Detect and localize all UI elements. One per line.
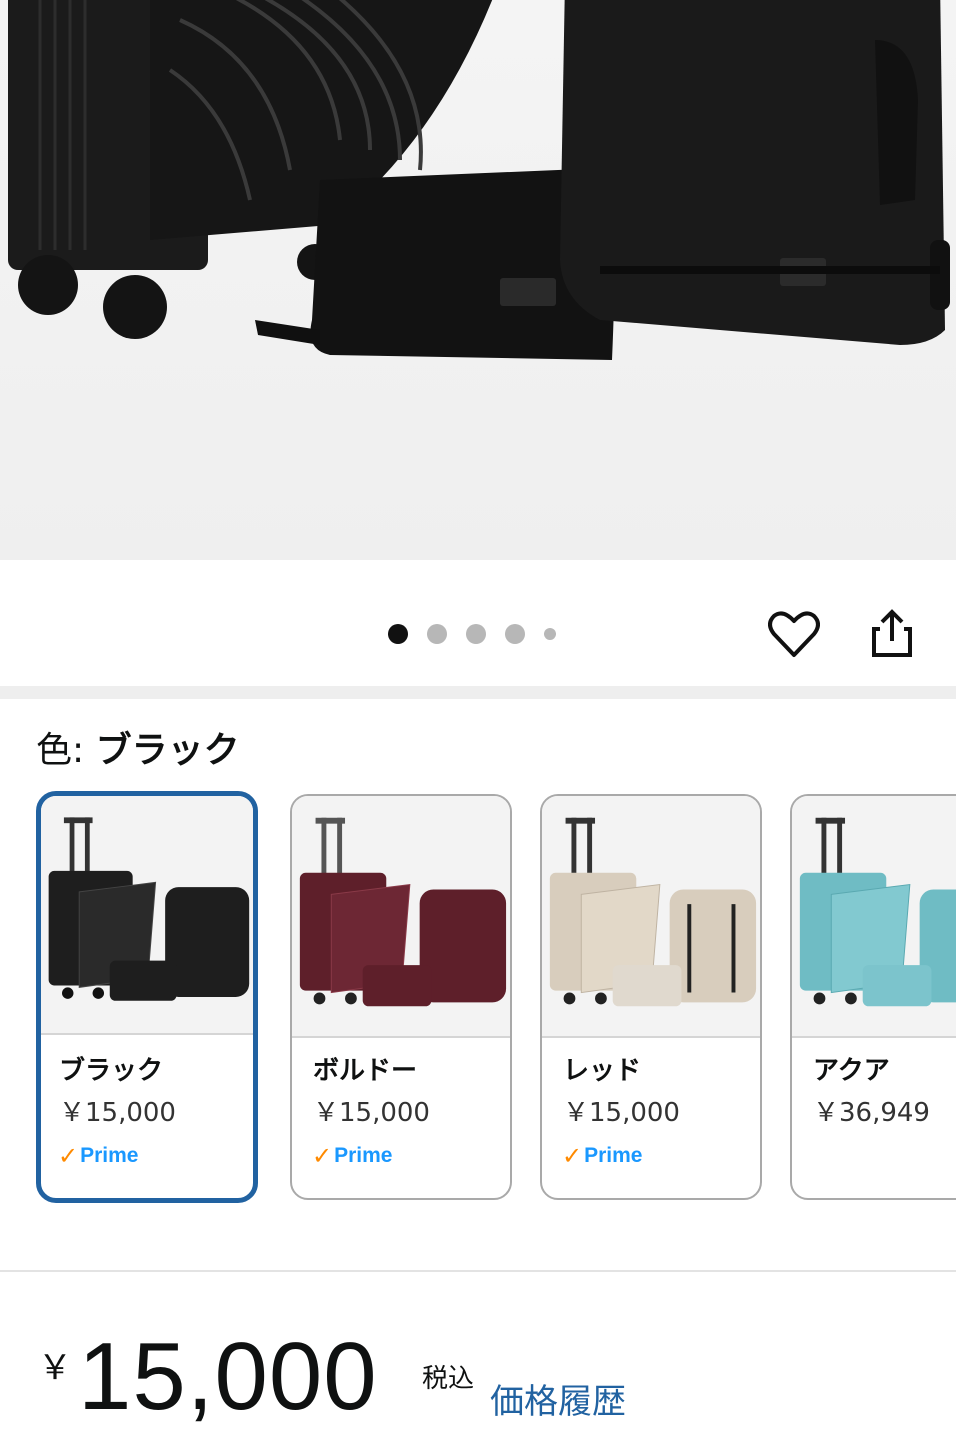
luggage-thumbnail-aqua	[799, 817, 956, 1007]
color-swatch-black[interactable]: ブラック ￥15,000 ✓ Prime	[36, 791, 258, 1203]
carousel-dot-5[interactable]	[544, 628, 556, 640]
color-swatch-red[interactable]: レッド ￥15,000 ✓ Prime	[540, 794, 762, 1200]
price-history-link[interactable]: 価格履歴	[490, 1374, 626, 1423]
prime-badge: ✓ Prime	[312, 1144, 392, 1168]
price-amount: 15,000	[78, 1323, 378, 1430]
swatch-price: ￥15,000	[563, 1098, 680, 1128]
swatch-name: レッド	[563, 1056, 642, 1086]
swatch-price: ￥36,949	[813, 1098, 930, 1128]
swatch-price: ￥15,000	[313, 1098, 430, 1128]
share-icon	[872, 609, 912, 657]
swatch-name: アクア	[813, 1056, 890, 1086]
carousel-pagination	[388, 624, 556, 644]
prime-label: Prime	[584, 1144, 643, 1167]
carousel-dot-2[interactable]	[427, 624, 447, 644]
carousel-dot-1[interactable]	[388, 624, 408, 644]
prime-badge: ✓ Prime	[58, 1144, 138, 1168]
swatch-name: ブラック	[59, 1056, 164, 1086]
prime-check-icon: ✓	[312, 1142, 333, 1170]
section-divider-line	[0, 1270, 956, 1272]
favorite-button[interactable]	[766, 606, 822, 662]
section-divider	[0, 686, 956, 699]
swatch-name: ボルドー	[313, 1056, 418, 1086]
carousel-dot-4[interactable]	[505, 624, 525, 644]
color-swatch-list[interactable]: ブラック ￥15,000 ✓ Prime ボルドー ￥15,000 ✓ Prim…	[36, 790, 956, 1206]
prime-label: Prime	[334, 1144, 393, 1167]
selected-color-value: ブラック	[95, 730, 240, 771]
luggage-thumbnail-bordeaux	[299, 817, 507, 1007]
swatch-thumbnail	[292, 796, 510, 1038]
heart-icon	[768, 611, 820, 657]
prime-check-icon: ✓	[58, 1142, 79, 1170]
price-currency: ￥	[38, 1348, 72, 1388]
share-button[interactable]	[864, 606, 920, 662]
color-swatch-bordeaux[interactable]: ボルドー ￥15,000 ✓ Prime	[290, 794, 512, 1200]
swatch-price: ￥15,000	[59, 1098, 176, 1128]
color-label: 色: ブラック	[36, 726, 240, 776]
color-swatch-aqua[interactable]: アクア ￥36,949	[790, 794, 956, 1200]
swatch-thumbnail	[542, 796, 760, 1038]
product-image-carousel[interactable]	[0, 0, 956, 560]
luggage-thumbnail-beige	[549, 817, 757, 1007]
tax-included-label: 税込	[422, 1364, 475, 1394]
luggage-set-photo	[0, 0, 956, 560]
prime-check-icon: ✓	[562, 1142, 583, 1170]
swatch-thumbnail	[41, 796, 253, 1035]
luggage-thumbnail-black	[48, 817, 250, 1001]
swatch-thumbnail	[792, 796, 956, 1038]
carousel-dot-3[interactable]	[466, 624, 486, 644]
color-label-prefix: 色:	[36, 730, 96, 771]
prime-badge: ✓ Prime	[562, 1144, 642, 1168]
prime-label: Prime	[80, 1144, 139, 1167]
